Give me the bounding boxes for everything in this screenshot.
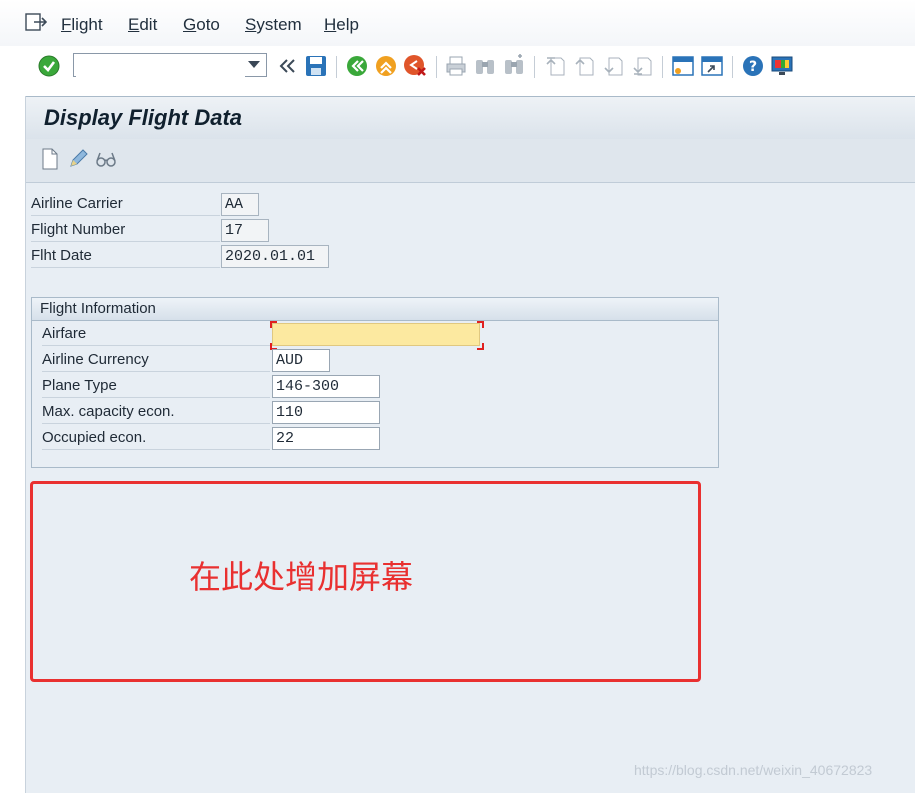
- airline-currency-label: Airline Currency: [42, 349, 270, 372]
- airline-carrier-label: Airline Carrier: [31, 193, 220, 216]
- screen-area: Display Flight Data Airline Carrier AA F…: [25, 96, 915, 793]
- shortcut-icon[interactable]: [700, 54, 724, 78]
- exit-icon[interactable]: [374, 54, 398, 78]
- toolbar-separator: [336, 56, 337, 78]
- menu-help[interactable]: Help: [324, 15, 359, 35]
- flight-number-field[interactable]: 17: [221, 219, 269, 242]
- plane-type-label: Plane Type: [42, 375, 270, 398]
- menu-flight[interactable]: Flight: [61, 15, 103, 35]
- first-page-icon[interactable]: [543, 54, 567, 78]
- watermark: https://blog.csdn.net/weixin_40672823: [634, 762, 873, 778]
- display-glasses-icon[interactable]: [94, 147, 118, 171]
- menu-goto-label: oto: [196, 15, 220, 34]
- menu-help-mnemonic: H: [324, 15, 337, 34]
- next-page-icon[interactable]: [601, 54, 625, 78]
- menu-help-label: elp: [336, 15, 359, 34]
- menu-flight-mnemonic: F: [61, 15, 72, 34]
- menu-system-label: ystem: [256, 15, 302, 34]
- annotation-box: 在此处增加屏幕: [30, 481, 701, 682]
- toolbar-separator: [436, 56, 437, 78]
- cancel-icon[interactable]: [403, 54, 427, 78]
- find-next-icon[interactable]: [502, 54, 526, 78]
- plane-type-field[interactable]: 146-300: [272, 375, 380, 398]
- toolbar-separator: [732, 56, 733, 78]
- occupied-econ-label: Occupied econ.: [42, 427, 270, 450]
- airfare-field[interactable]: [272, 323, 480, 346]
- chevron-down-icon[interactable]: [248, 61, 260, 68]
- customize-layout-icon[interactable]: [770, 54, 794, 78]
- application-toolbar: [26, 139, 915, 183]
- menu-edit-label: dit: [139, 15, 158, 34]
- menu-goto-mnemonic: G: [183, 15, 197, 34]
- airline-currency-field[interactable]: AUD: [272, 349, 330, 372]
- flight-information-group: Flight Information Airfare Airline Curre…: [31, 297, 719, 468]
- last-page-icon[interactable]: [630, 54, 654, 78]
- back-icon[interactable]: [345, 54, 369, 78]
- toolbar-separator: [662, 56, 663, 78]
- create-document-icon[interactable]: [38, 147, 62, 171]
- command-input[interactable]: [76, 55, 245, 77]
- group-header: Flight Information: [32, 298, 718, 321]
- menu-goto[interactable]: Goto: [183, 15, 220, 35]
- occupied-econ-field[interactable]: 22: [272, 427, 380, 450]
- flight-date-label: Flht Date: [31, 245, 220, 268]
- collapse-icon[interactable]: [276, 54, 300, 78]
- enter-check-icon[interactable]: [37, 54, 61, 78]
- flight-number-label: Flight Number: [31, 219, 220, 242]
- system-toolbar: ?: [0, 46, 915, 86]
- menu-flight-label: light: [71, 15, 103, 34]
- menu-edit-mnemonic: E: [128, 15, 140, 34]
- edit-pencil-icon[interactable]: [66, 147, 90, 171]
- menu-bar: Flight Edit Goto System Help: [0, 0, 915, 46]
- max-capacity-label: Max. capacity econ.: [42, 401, 270, 424]
- toolbar-separator: [534, 56, 535, 78]
- create-session-icon[interactable]: [671, 54, 695, 78]
- svg-text:?: ?: [749, 59, 757, 75]
- airline-carrier-field[interactable]: AA: [221, 193, 259, 216]
- save-icon[interactable]: [304, 54, 328, 78]
- menu-system[interactable]: System: [245, 15, 302, 35]
- required-marker: [477, 343, 484, 350]
- group-title: Flight Information: [40, 300, 156, 317]
- help-icon[interactable]: ?: [741, 54, 765, 78]
- previous-page-icon[interactable]: [572, 54, 596, 78]
- required-marker: [477, 321, 484, 328]
- find-icon[interactable]: [473, 54, 497, 78]
- page-title: Display Flight Data: [44, 105, 243, 130]
- required-marker: [270, 321, 277, 328]
- screen-title-bar: Display Flight Data: [26, 96, 915, 140]
- print-icon[interactable]: [444, 54, 468, 78]
- menu-edit[interactable]: Edit: [128, 15, 157, 35]
- annotation-text: 在此处增加屏幕: [189, 558, 414, 596]
- max-capacity-field[interactable]: 110: [272, 401, 380, 424]
- menu-exit-icon[interactable]: [25, 13, 47, 31]
- menu-system-mnemonic: S: [245, 15, 257, 34]
- flight-date-field[interactable]: 2020.01.01: [221, 245, 329, 268]
- airfare-label: Airfare: [42, 323, 270, 346]
- command-field[interactable]: [73, 53, 267, 77]
